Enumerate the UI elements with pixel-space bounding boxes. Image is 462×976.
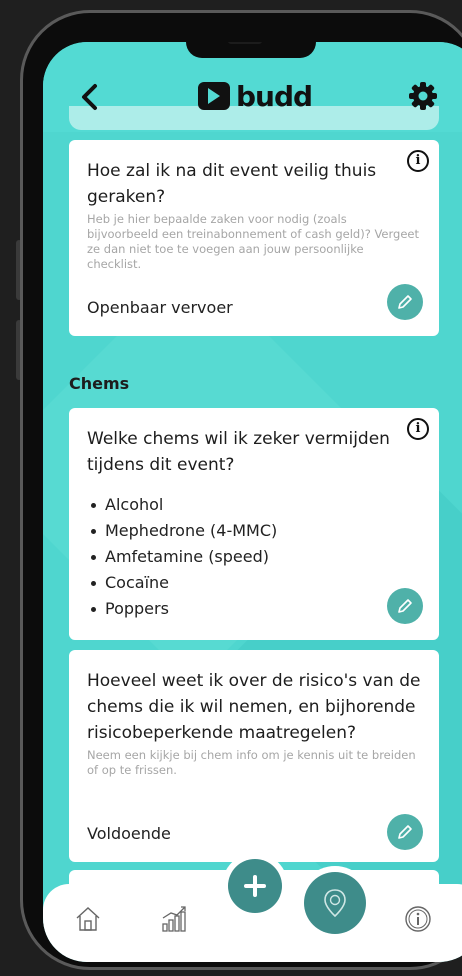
card-answer: Voldoende bbox=[87, 824, 171, 843]
edit-button[interactable] bbox=[387, 284, 423, 320]
nav-about[interactable] bbox=[403, 904, 433, 934]
edit-button[interactable] bbox=[387, 814, 423, 850]
list-item: Poppers bbox=[87, 596, 421, 622]
question-card: i Welke chems wil ik zeker vermijden tij… bbox=[69, 408, 439, 640]
app-logo: budd bbox=[198, 79, 313, 113]
nav-stats[interactable] bbox=[159, 904, 189, 934]
pencil-icon bbox=[398, 599, 412, 613]
info-icon[interactable]: i bbox=[407, 150, 429, 172]
card-answer: Openbaar vervoer bbox=[87, 298, 233, 317]
chart-icon bbox=[162, 906, 186, 932]
info-icon[interactable]: i bbox=[407, 418, 429, 440]
card-description: Neem een kijkje bij chem info om je kenn… bbox=[87, 748, 416, 777]
info-circle-icon bbox=[405, 906, 431, 932]
card-question: Welke chems wil ik zeker vermijden tijde… bbox=[87, 429, 390, 475]
question-card: Hoeveel weet ik over de risico's van de … bbox=[69, 650, 439, 862]
gear-icon bbox=[409, 82, 437, 110]
list-item: Alcohol bbox=[87, 492, 421, 518]
nav-home[interactable] bbox=[73, 904, 103, 934]
pencil-icon bbox=[398, 825, 412, 839]
map-pin-icon bbox=[324, 889, 346, 918]
question-card: i Hoe zal ik na dit event veilig thuis g… bbox=[69, 140, 439, 336]
pencil-icon bbox=[398, 295, 412, 309]
settings-button[interactable] bbox=[407, 80, 439, 112]
home-icon bbox=[76, 907, 100, 931]
list-item: Amfetamine (speed) bbox=[87, 544, 421, 570]
back-arrow-icon bbox=[82, 84, 97, 110]
section-title: Chems bbox=[69, 374, 130, 393]
list-item: Cocaïne bbox=[87, 570, 421, 596]
edit-button[interactable] bbox=[387, 588, 423, 624]
card-question: Hoeveel weet ik over de risico's van de … bbox=[87, 671, 421, 743]
chem-list: Alcohol Mephedrone (4-MMC) Amfetamine (s… bbox=[87, 492, 421, 622]
add-button[interactable] bbox=[228, 859, 282, 913]
map-button[interactable] bbox=[304, 872, 366, 934]
phone-notch bbox=[186, 42, 316, 58]
logo-mark-icon bbox=[198, 82, 230, 110]
list-item: Mephedrone (4-MMC) bbox=[87, 518, 421, 544]
back-button[interactable] bbox=[77, 82, 103, 112]
card-question: Hoe zal ik na dit event veilig thuis ger… bbox=[87, 161, 377, 207]
app-screen: budd i Hoe zal ik na dit event veilig th… bbox=[43, 42, 462, 962]
card-description: Heb je hier bepaalde zaken voor nodig (z… bbox=[87, 212, 419, 271]
logo-text: budd bbox=[236, 79, 313, 113]
